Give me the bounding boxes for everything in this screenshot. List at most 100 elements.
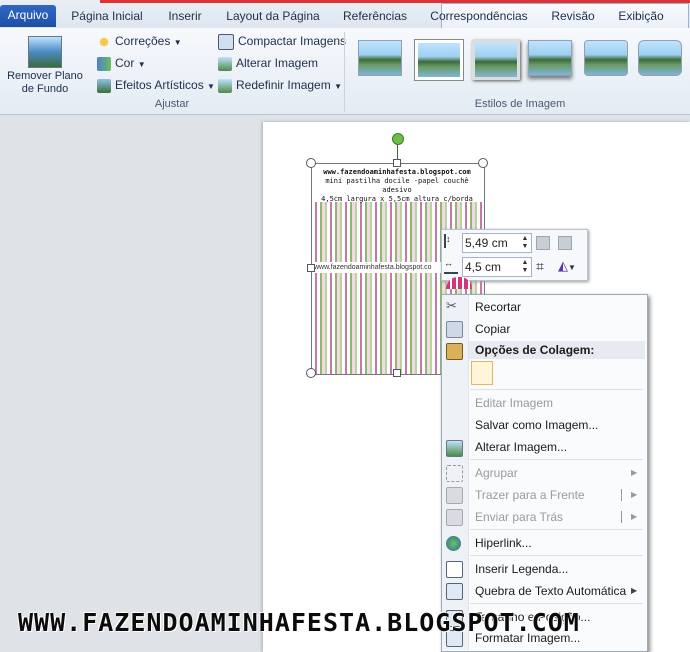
- tab-insert[interactable]: Inserir: [160, 6, 210, 26]
- change-image-icon: [218, 56, 232, 71]
- menu-item-hyperlink[interactable]: Hiperlink...: [475, 533, 532, 553]
- bring-forward-icon[interactable]: [536, 236, 550, 250]
- watermark-text: WWW.FAZENDOAMINHAFESTA.BLOGSPOT.COM: [18, 608, 580, 637]
- width-icon: ↔: [444, 258, 458, 274]
- corrections-label: Correções: [115, 34, 171, 48]
- menu-item-copy[interactable]: Copiar: [475, 319, 510, 339]
- group-label-adjust: Ajustar: [154, 98, 190, 110]
- style-thumbnail[interactable]: [358, 40, 402, 76]
- hyperlink-icon: [446, 536, 461, 551]
- spinner-arrows[interactable]: ▲ ▼: [520, 235, 530, 251]
- artistic-effects-button[interactable]: Efeitos Artísticos ▼: [97, 75, 215, 95]
- text-wrap-icon: [446, 583, 463, 600]
- resize-handle[interactable]: [306, 368, 316, 378]
- submenu-arrow-icon: ▶: [631, 512, 638, 521]
- tab-page-layout[interactable]: Layout da Página: [222, 6, 324, 26]
- image-header-text: www.fazendoaminhafesta.blogspot.com mini…: [312, 164, 482, 203]
- caption-icon: [446, 561, 463, 578]
- tab-mailings[interactable]: Correspondências: [424, 6, 534, 26]
- remove-background-label: Remover Plano de Fundo: [7, 70, 83, 95]
- chevron-down-icon: ▼: [207, 82, 215, 91]
- send-backward-icon[interactable]: [558, 236, 572, 250]
- menu-separator: [470, 555, 643, 556]
- menu-separator: [470, 389, 643, 390]
- chevron-down-icon: ▼: [334, 82, 342, 91]
- rotation-line: [397, 144, 398, 160]
- split-divider: [621, 511, 622, 523]
- split-divider: [621, 489, 622, 501]
- height-field[interactable]: 5,49 cm ▲ ▼: [462, 233, 532, 253]
- image-text-line: mini pastilha docile -papel couchê adesi…: [325, 177, 469, 194]
- width-value: 4,5 cm: [465, 260, 502, 274]
- menu-item-insert-caption[interactable]: Inserir Legenda...: [475, 559, 568, 579]
- compress-label: Compactar Imagens: [238, 34, 347, 48]
- corrections-button[interactable]: Correções ▼: [97, 31, 182, 51]
- tab-view[interactable]: Exibição: [612, 6, 670, 26]
- chevron-down-icon: ▼: [137, 60, 146, 69]
- artistic-effects-label: Efeitos Artísticos: [115, 78, 204, 92]
- style-thumbnail[interactable]: [528, 40, 572, 76]
- rotation-handle[interactable]: [392, 133, 404, 145]
- menu-header-paste-options: Opções de Colagem:: [475, 343, 595, 357]
- tab-home[interactable]: Página Inicial: [64, 6, 150, 26]
- submenu-arrow-icon: ▶: [631, 586, 638, 595]
- mini-toolbar: ↕ 5,49 cm ▲ ▼ ↔ 4,5 cm ▲ ▼ ⌗ ◭▼: [441, 229, 588, 281]
- menu-item-send-to-back[interactable]: Enviar para Trás: [475, 507, 563, 527]
- menu-item-group[interactable]: Agrupar: [475, 463, 518, 483]
- artistic-effects-icon: [97, 78, 111, 93]
- menu-separator: [470, 459, 643, 460]
- menu-item-text-wrapping[interactable]: Quebra de Texto Automática: [475, 581, 626, 601]
- crop-icon[interactable]: ⌗: [536, 258, 544, 275]
- style-thumbnail[interactable]: [415, 40, 463, 80]
- image-url-text: www.fazendoaminhafesta.blogspot.co: [314, 262, 444, 273]
- width-field[interactable]: 4,5 cm ▲ ▼: [462, 257, 532, 277]
- color-label: Cor: [115, 56, 135, 70]
- resize-handle[interactable]: [306, 158, 316, 168]
- image-text-line: 4,5cm largura x 5,5cm altura c/borda: [321, 195, 473, 203]
- menu-item-edit-image[interactable]: Editar Imagem: [475, 393, 553, 413]
- menu-item-change-image[interactable]: Alterar Imagem...: [475, 437, 567, 457]
- compress-icon: [218, 33, 234, 50]
- submenu-arrow-icon: ▶: [631, 490, 638, 499]
- height-value: 5,49 cm: [465, 236, 508, 250]
- remove-background-icon: [28, 36, 62, 68]
- style-thumbnail[interactable]: [584, 40, 628, 76]
- menu-item-bring-to-front[interactable]: Trazer para a Frente: [475, 485, 585, 505]
- copy-icon: [446, 321, 463, 338]
- height-icon: ↕: [444, 234, 460, 248]
- menu-item-cut[interactable]: Recortar: [475, 297, 521, 317]
- tab-review[interactable]: Revisão: [546, 6, 600, 26]
- resize-handle[interactable]: [393, 159, 401, 167]
- style-thumbnail[interactable]: [472, 40, 520, 80]
- group-icon: [446, 465, 463, 482]
- change-image-label: Alterar Imagem: [236, 56, 319, 70]
- ribbon: Remover Plano de Fundo Correções ▼ Cor ▼…: [0, 28, 690, 115]
- scissors-icon: ✂: [446, 298, 457, 313]
- menu-item-save-as-image[interactable]: Salvar como Imagem...: [475, 415, 598, 435]
- style-thumbnail[interactable]: [638, 40, 682, 76]
- remove-background-button[interactable]: Remover Plano de Fundo: [4, 32, 86, 98]
- image-text-line: www.fazendoaminhafesta.blogspot.com: [323, 168, 471, 176]
- color-icon: [97, 56, 111, 71]
- color-button[interactable]: Cor ▼: [97, 53, 146, 73]
- submenu-arrow-icon: ▶: [631, 468, 638, 477]
- reset-image-button[interactable]: Redefinir Imagem ▼: [218, 75, 342, 95]
- bring-to-front-icon: [446, 487, 463, 504]
- change-image-button[interactable]: Alterar Imagem: [218, 53, 318, 73]
- rotate-icon[interactable]: ◭▼: [558, 258, 576, 274]
- resize-handle[interactable]: [478, 158, 488, 168]
- compress-images-button[interactable]: Compactar Imagens: [218, 31, 346, 51]
- group-label-picture-styles: Estilos de Imagem: [474, 98, 566, 110]
- send-to-back-icon: [446, 509, 463, 526]
- paste-keep-format-icon[interactable]: [471, 361, 493, 385]
- menu-separator: [470, 529, 643, 530]
- clipboard-icon: [446, 343, 463, 360]
- group-separator: [344, 32, 345, 112]
- sun-icon: [97, 34, 111, 49]
- reset-image-label: Redefinir Imagem: [236, 78, 331, 92]
- tab-references[interactable]: Referências: [338, 6, 412, 26]
- tab-file[interactable]: Arquivo: [0, 5, 56, 27]
- resize-handle[interactable]: [393, 369, 401, 377]
- spinner-arrows[interactable]: ▲ ▼: [520, 259, 530, 275]
- resize-handle[interactable]: [307, 264, 315, 272]
